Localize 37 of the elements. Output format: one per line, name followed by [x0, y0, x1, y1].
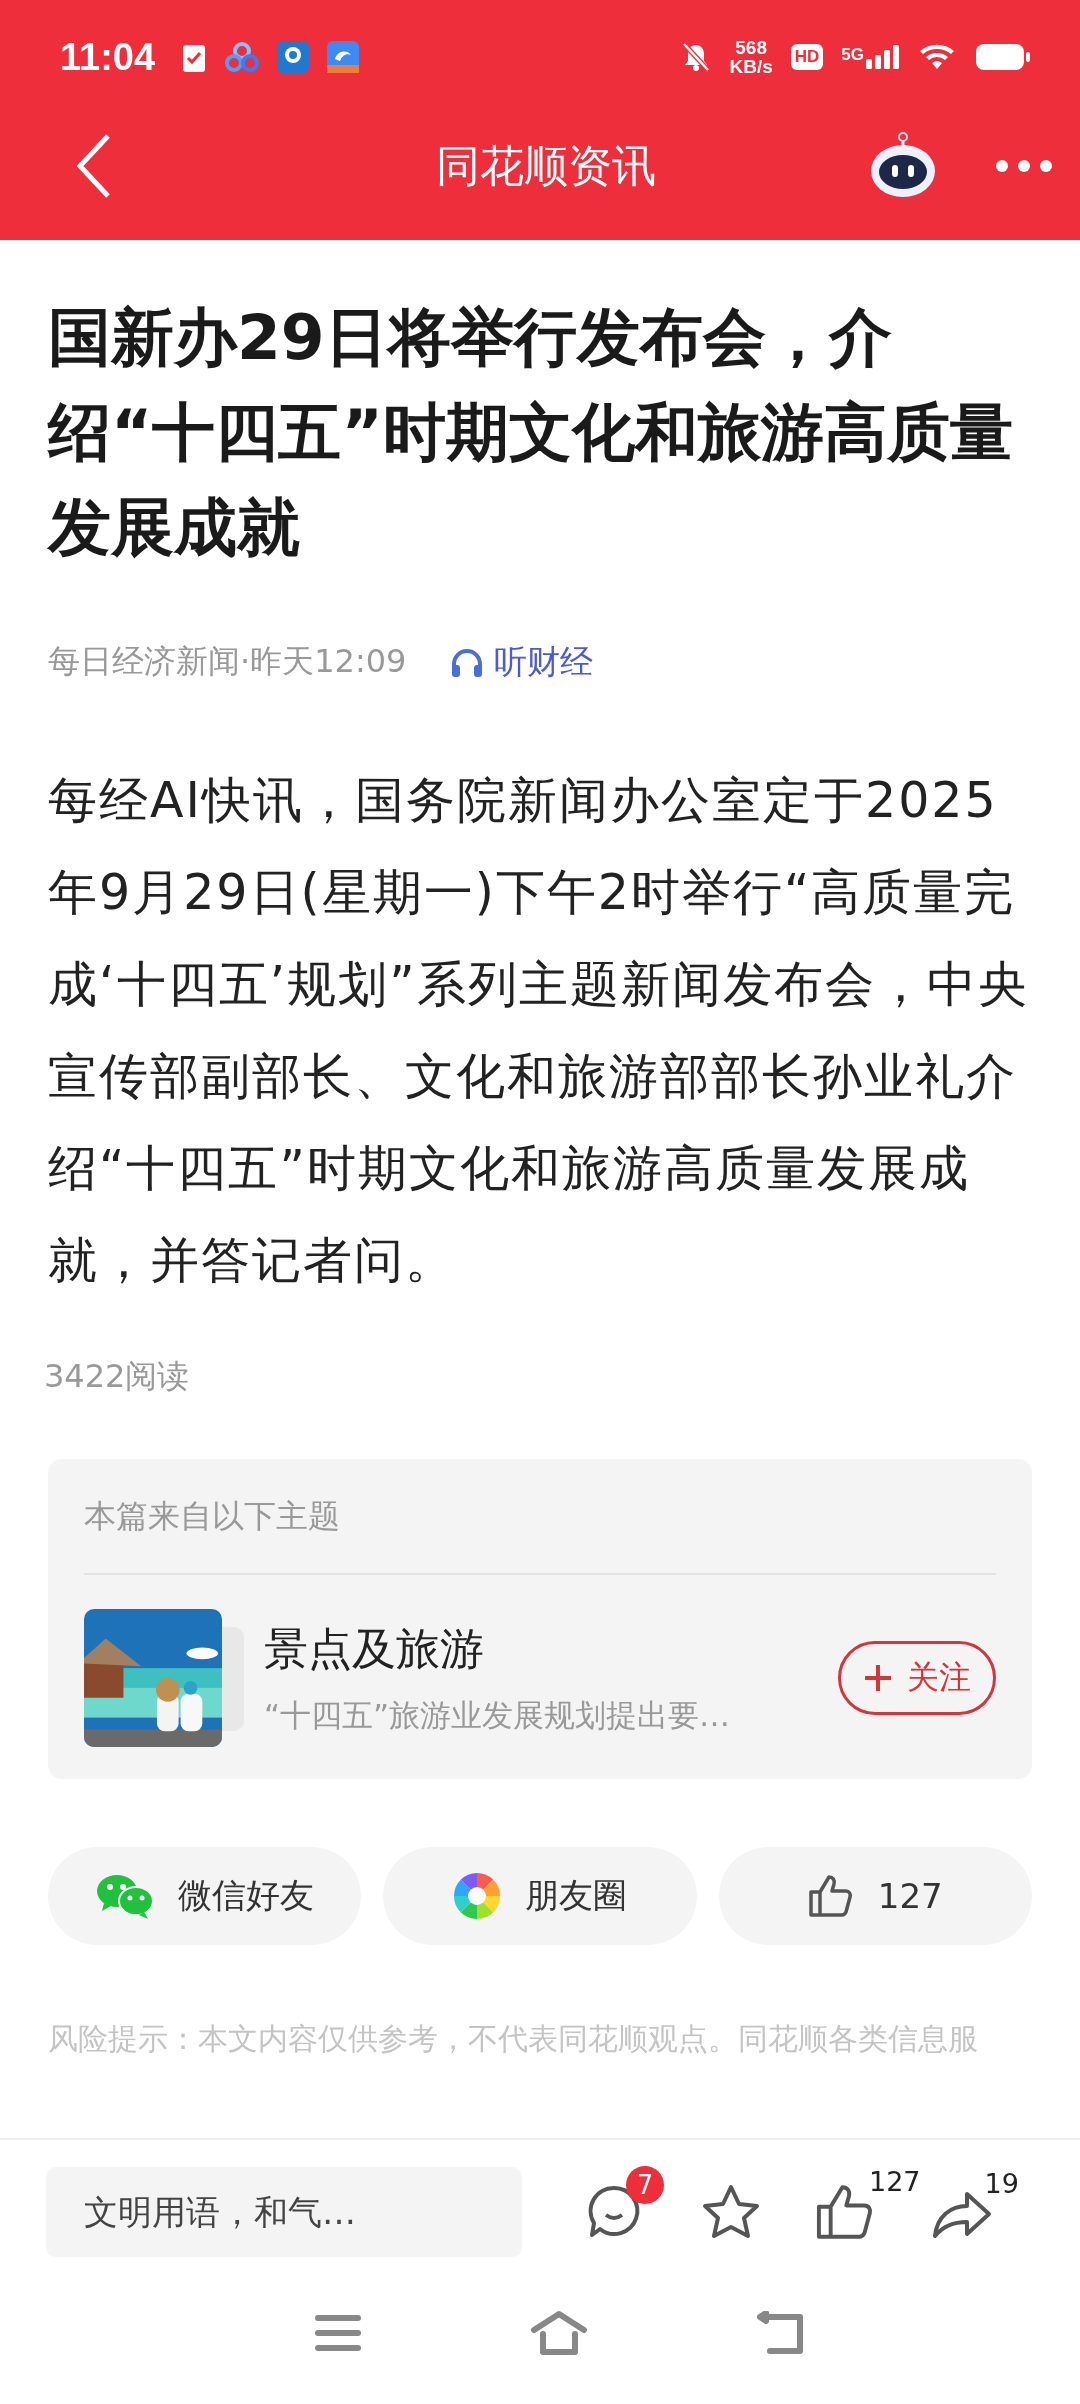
wechat-icon: [95, 1873, 154, 1919]
status-time: 11:04: [60, 35, 156, 79]
article-title: 国新办29日将举行发布会，介绍“十四五”时期文化和旅游高质量发展成就: [48, 300, 1014, 566]
follow-button[interactable]: 关注: [838, 1641, 996, 1715]
menu-icon[interactable]: [314, 2314, 362, 2352]
home-icon[interactable]: [530, 2310, 588, 2356]
signal-icon: [866, 45, 900, 69]
bell-off-icon: [681, 41, 712, 73]
topic-card-heading: 本篇来自以下主题: [84, 1459, 996, 1575]
comment-field[interactable]: 文明用语，和气…: [46, 2167, 522, 2257]
share-button[interactable]: 朋友圈: [383, 1847, 697, 1945]
network-type: 5G: [841, 45, 864, 65]
battery-icon: [976, 42, 1030, 72]
page-title: 同花顺资讯: [435, 138, 657, 193]
share-count: 19: [984, 2168, 1019, 2199]
like-count: 127: [869, 2166, 921, 2197]
article-body: 每经AI快讯，国务院新闻办公室定于2025年9月29日(星期一)下午2时举行“高质量完成‘十四五’规划”系列主题新闻发布会，中央宣传部副部长、文化和旅游部部长孙业礼介绍“十四五”时期文化和旅游高质量发展成就，并答记者问。: [48, 771, 1030, 1291]
topic-description: “十四五”旅游业发展规划提出要…: [264, 1695, 732, 1735]
like-button[interactable]: 127: [718, 1847, 1032, 1945]
share-button[interactable]: 微信好友: [48, 1847, 362, 1945]
back-nav-icon[interactable]: [756, 2311, 806, 2355]
listen-button[interactable]: 听财经: [450, 639, 594, 685]
net-speed: 568: [735, 38, 767, 57]
risk-disclaimer: 风险提示：本文内容仅供参考，不代表同花顺观点。同花顺各类信息服: [48, 2020, 979, 2058]
aperture-icon: [453, 1872, 501, 1920]
hd-badge: HD: [790, 44, 824, 70]
plus-icon: [863, 1663, 893, 1693]
app-icon: [277, 41, 310, 73]
read-count: 3422阅读: [44, 1356, 191, 1397]
comment-count-badge: 7: [626, 2166, 664, 2204]
thumbs-up-icon: [807, 1874, 854, 1918]
headphones-icon: [450, 646, 485, 678]
cloud-rings-icon: [225, 41, 260, 73]
more-icon[interactable]: [994, 158, 1054, 174]
topic-name: 景点及旅游: [264, 1621, 485, 1676]
net-unit: KB/s: [729, 57, 773, 76]
article-source: 每日经济新闻·昨天12:09: [48, 641, 407, 682]
